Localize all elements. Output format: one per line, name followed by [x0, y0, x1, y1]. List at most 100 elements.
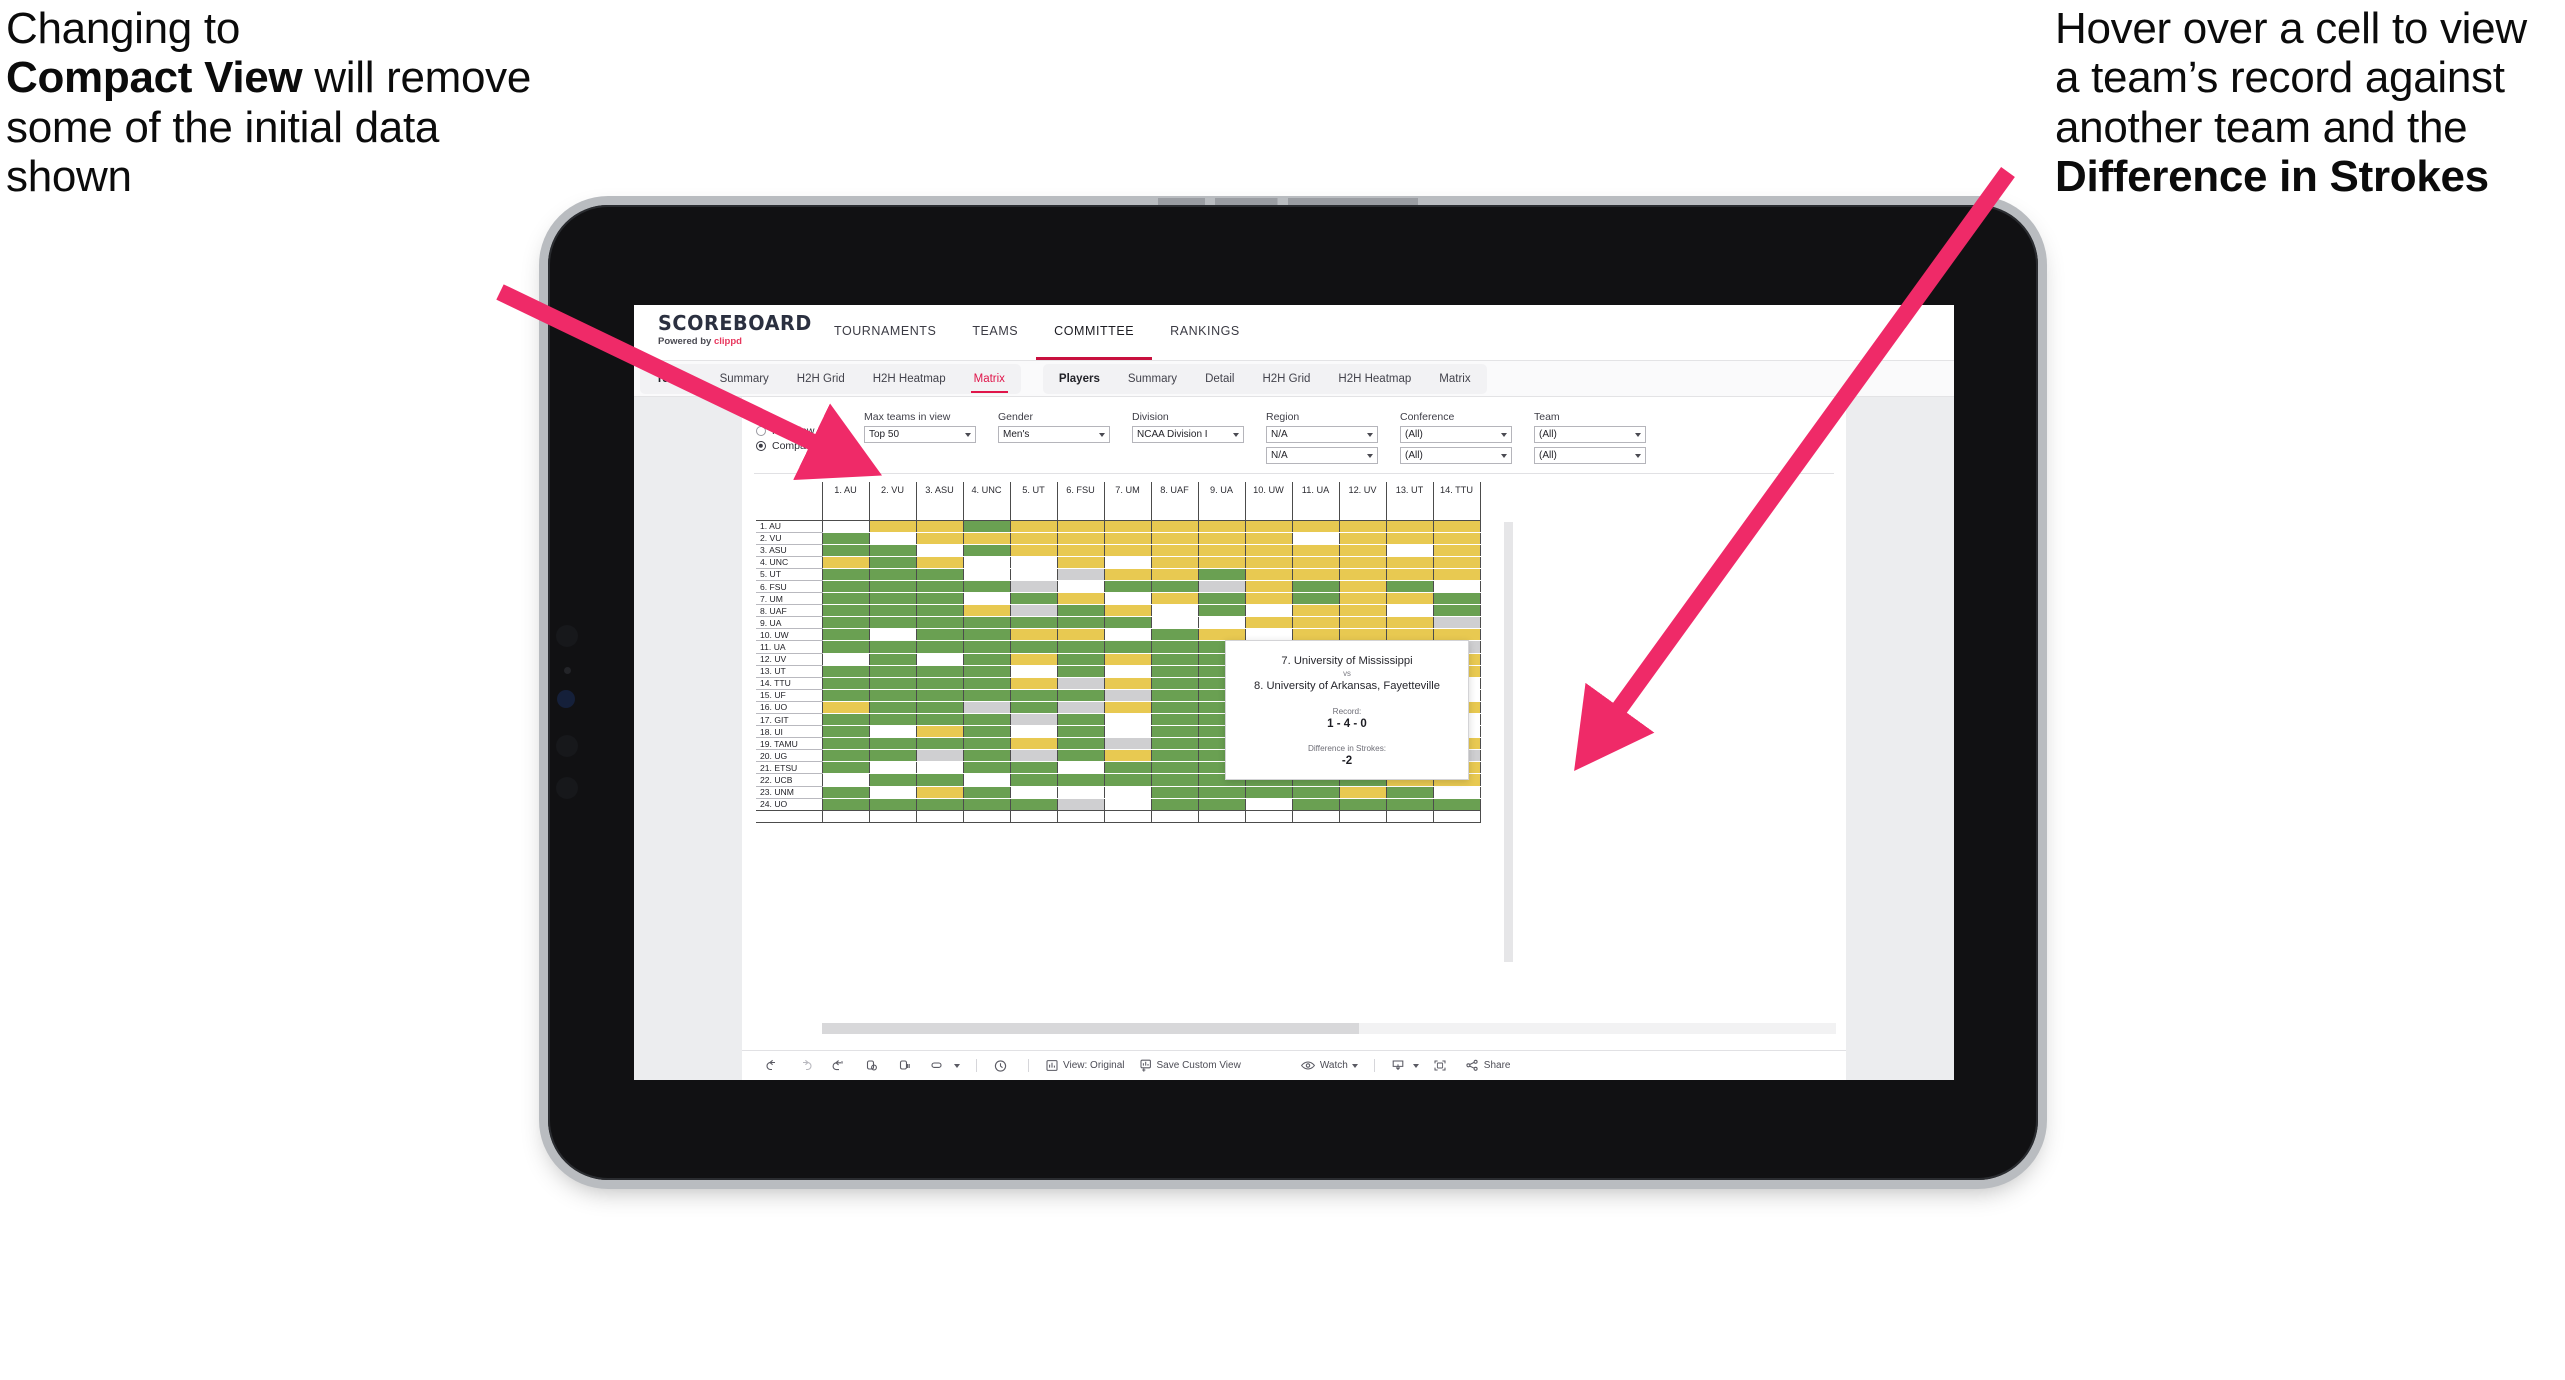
matrix-cell[interactable] [869, 677, 917, 690]
matrix-cell[interactable] [1386, 568, 1434, 581]
matrix-cell[interactable] [822, 713, 870, 727]
matrix-cell[interactable] [1292, 580, 1340, 594]
matrix-cell[interactable] [916, 761, 964, 775]
matrix-row-header[interactable]: 16. UO [756, 701, 823, 715]
matrix-col-header[interactable]: 3. ASU [916, 482, 964, 521]
matrix-cell[interactable] [916, 725, 964, 739]
matrix-cell[interactable] [822, 544, 870, 557]
matrix-cell[interactable] [1198, 604, 1246, 618]
matrix-cell[interactable] [1198, 544, 1246, 557]
matrix-cell[interactable] [1386, 556, 1434, 569]
matrix-cell[interactable] [1386, 580, 1434, 594]
matrix-cell[interactable] [1292, 520, 1340, 533]
matrix-cell[interactable] [822, 653, 870, 666]
save-custom-view-button[interactable]: Save Custom View [1132, 1059, 1248, 1072]
matrix-cell[interactable] [1057, 653, 1105, 666]
matrix-cell[interactable] [869, 665, 917, 678]
matrix-cell[interactable] [869, 628, 917, 642]
tab-teams-summary[interactable]: Summary [706, 364, 783, 394]
fullscreen-button[interactable] [1426, 1059, 1458, 1072]
matrix-cell[interactable] [963, 713, 1011, 727]
matrix-cell[interactable] [963, 665, 1011, 678]
matrix-cell[interactable] [1151, 640, 1199, 654]
matrix-row-header[interactable]: 20. UG [756, 749, 823, 763]
matrix-cell[interactable] [1386, 592, 1434, 606]
matrix-cell[interactable] [869, 568, 917, 581]
matrix-cell[interactable] [1339, 786, 1387, 799]
matrix-row-header[interactable]: 14. TTU [756, 677, 823, 690]
matrix-cell[interactable] [1339, 592, 1387, 606]
matrix-cell[interactable] [916, 544, 964, 557]
matrix-cell[interactable] [869, 798, 917, 811]
matrix-cell[interactable] [1245, 580, 1293, 594]
matrix-cell[interactable] [822, 556, 870, 569]
matrix-row-header[interactable]: 10. UW [756, 628, 823, 642]
matrix-row-header[interactable]: 13. UT [756, 665, 823, 678]
matrix-cell[interactable] [1104, 628, 1152, 642]
matrix-cell[interactable] [1104, 701, 1152, 715]
filter-region-select-1[interactable]: N/A [1266, 426, 1378, 443]
matrix-row-header[interactable]: 24. UO [756, 798, 823, 811]
matrix-cell[interactable] [869, 786, 917, 799]
redo-button[interactable] [791, 1059, 824, 1072]
tab-teams-h2h-grid[interactable]: H2H Grid [783, 364, 859, 394]
brand-logo[interactable]: SCOREBOARD Powered by clippd [634, 305, 811, 360]
matrix-cell[interactable] [1245, 520, 1293, 533]
matrix-cell[interactable] [1057, 713, 1105, 727]
matrix-cell[interactable] [1057, 568, 1105, 581]
revert-button[interactable] [824, 1059, 857, 1072]
nav-item-rankings[interactable]: RANKINGS [1152, 305, 1258, 360]
matrix-cell[interactable] [1292, 544, 1340, 557]
matrix-cell[interactable] [822, 580, 870, 594]
matrix-cell[interactable] [1151, 653, 1199, 666]
matrix-cell[interactable] [1339, 798, 1387, 811]
matrix-cell[interactable] [963, 773, 1011, 787]
matrix-cell[interactable] [869, 556, 917, 569]
matrix-cell[interactable] [963, 556, 1011, 569]
tab-teams-h2h-heatmap[interactable]: H2H Heatmap [859, 364, 960, 394]
matrix-cell[interactable] [1151, 665, 1199, 678]
matrix-cell[interactable] [1104, 725, 1152, 739]
matrix-cell[interactable] [1292, 786, 1340, 799]
matrix-cell[interactable] [1057, 761, 1105, 775]
matrix-cell[interactable] [1057, 665, 1105, 678]
matrix-cell[interactable] [822, 616, 870, 630]
matrix-cell[interactable] [916, 701, 964, 715]
matrix-cell[interactable] [869, 616, 917, 630]
matrix-cell[interactable] [1292, 532, 1340, 545]
matrix-cell[interactable] [1198, 520, 1246, 533]
filter-region-select-2[interactable]: N/A [1266, 447, 1378, 464]
matrix-row-header[interactable]: 3. ASU [756, 544, 823, 557]
matrix-cell[interactable] [1386, 532, 1434, 545]
matrix-row-header[interactable]: 7. UM [756, 592, 823, 606]
matrix-cell[interactable] [869, 604, 917, 618]
matrix-cell[interactable] [822, 773, 870, 787]
matrix-cell[interactable] [869, 653, 917, 666]
matrix-cell[interactable] [1104, 737, 1152, 751]
matrix-cell[interactable] [963, 616, 1011, 630]
matrix-cell[interactable] [1151, 786, 1199, 799]
matrix-cell[interactable] [1104, 689, 1152, 702]
highlight-button[interactable] [923, 1059, 967, 1072]
matrix-cell[interactable] [1151, 556, 1199, 569]
matrix-cell[interactable] [1151, 616, 1199, 630]
matrix-cell[interactable] [1245, 544, 1293, 557]
matrix-cell[interactable] [916, 749, 964, 763]
matrix-cell[interactable] [1010, 713, 1058, 727]
matrix-row-header[interactable]: 15. UF [756, 689, 823, 702]
matrix-cell[interactable] [1104, 556, 1152, 569]
matrix-col-header[interactable]: 9. UA [1198, 482, 1246, 521]
matrix-cell[interactable] [1151, 713, 1199, 727]
matrix-cell[interactable] [1104, 773, 1152, 787]
filter-gender-select[interactable]: Men's [998, 426, 1110, 443]
matrix-col-header[interactable]: 7. UM [1104, 482, 1152, 521]
matrix-cell[interactable] [1010, 701, 1058, 715]
matrix-cell[interactable] [1010, 689, 1058, 702]
matrix-cell[interactable] [1057, 556, 1105, 569]
matrix-cell[interactable] [1433, 544, 1481, 557]
matrix-cell[interactable] [1198, 580, 1246, 594]
matrix-cell[interactable] [963, 653, 1011, 666]
matrix-cell[interactable] [1104, 665, 1152, 678]
matrix-cell[interactable] [822, 604, 870, 618]
matrix-cell[interactable] [822, 665, 870, 678]
